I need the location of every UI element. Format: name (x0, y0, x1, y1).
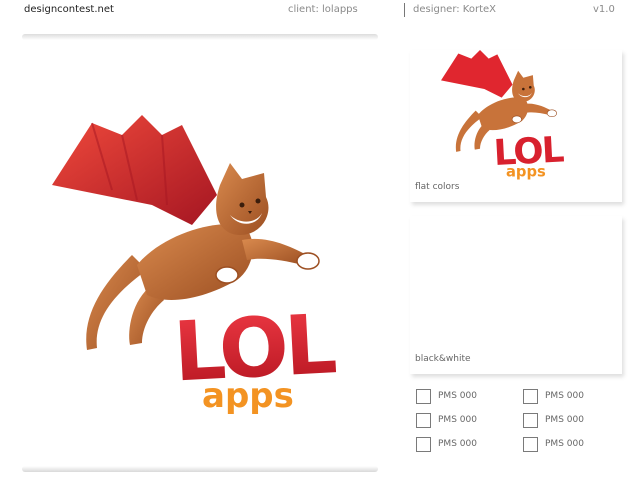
flat-colors-label: flat colors (415, 182, 460, 192)
pms-checkbox[interactable] (416, 413, 431, 428)
pms-label: PMS 000 (438, 439, 477, 449)
pms-label: PMS 000 (545, 415, 584, 425)
lolapps-logo-flat: LOL apps (441, 50, 565, 180)
header-bar: designcontest.net client: lolapps design… (0, 0, 640, 22)
pms-checkbox[interactable] (523, 413, 538, 428)
variant-card-black-white: black&white (410, 216, 622, 374)
black-white-label: black&white (415, 354, 471, 364)
version-label: v1.0 (593, 4, 615, 15)
pms-swatch-3[interactable]: PMS 000 (416, 413, 516, 429)
panel-shadow-bottom (22, 466, 378, 472)
pms-swatch-6[interactable]: PMS 000 (523, 437, 623, 453)
site-name[interactable]: designcontest.net (24, 4, 114, 15)
logo-tagline: apps (202, 376, 294, 415)
variant-card-flat-colors: LOL apps flat colors (410, 50, 622, 202)
pms-swatch-1[interactable]: PMS 000 (416, 389, 516, 405)
pms-label: PMS 000 (438, 415, 477, 425)
pms-swatch-5[interactable]: PMS 000 (416, 437, 516, 453)
pms-label: PMS 000 (438, 391, 477, 401)
header-divider (404, 3, 405, 17)
designer-name: designer: KorteX (413, 4, 497, 15)
pms-label: PMS 000 (545, 439, 584, 449)
client-name: client: lolapps (288, 4, 358, 15)
main-logo-panel: LOL apps (22, 40, 378, 464)
pms-checkbox[interactable] (523, 437, 538, 452)
pms-label: PMS 000 (545, 391, 584, 401)
pms-checkbox[interactable] (416, 389, 431, 404)
pms-checkbox[interactable] (523, 389, 538, 404)
pms-swatch-4[interactable]: PMS 000 (523, 413, 623, 429)
logo-tagline-flat: apps (506, 164, 546, 180)
pms-checkbox[interactable] (416, 437, 431, 452)
lolapps-logo-main: LOL apps (52, 115, 338, 415)
pms-swatch-2[interactable]: PMS 000 (523, 389, 623, 405)
